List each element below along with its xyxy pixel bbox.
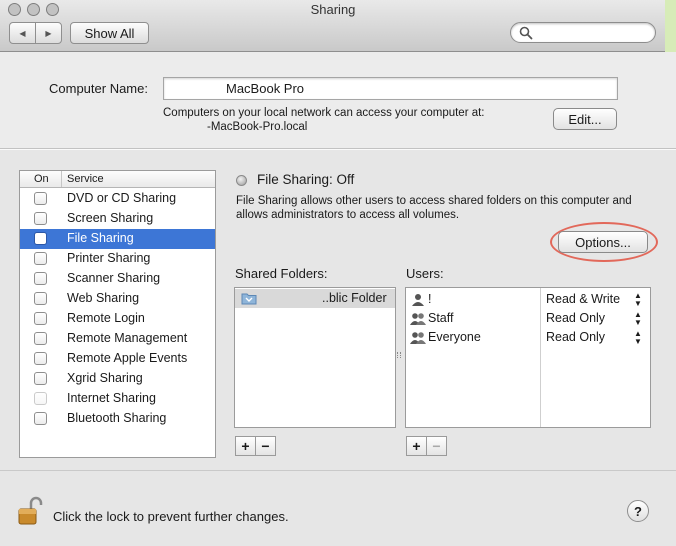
service-checkbox[interactable] (34, 292, 47, 305)
service-checkbox[interactable] (34, 352, 47, 365)
permission-popup[interactable]: Read Only (546, 311, 605, 325)
service-label: Remote Management (67, 331, 188, 345)
add-user-button[interactable]: + (406, 436, 427, 456)
folder-icon (241, 293, 257, 305)
service-list[interactable]: On Service DVD or CD Sharing Screen Shar… (19, 170, 216, 458)
service-label: Remote Login (67, 311, 145, 325)
service-checkbox[interactable] (34, 312, 47, 325)
service-label: Bluetooth Sharing (67, 411, 167, 425)
service-label: Screen Sharing (67, 211, 154, 225)
options-button-label: Options... (575, 234, 631, 250)
service-row-internet-sharing[interactable]: Internet Sharing (20, 389, 215, 409)
permission-popup[interactable]: Read Only (546, 330, 605, 344)
users-list[interactable]: ! Read & Write ▲ ▼ Staff Read Only ▲ ▼ Eve… (405, 287, 651, 428)
forward-arrow-icon: ▶ (45, 28, 52, 38)
group-icon (410, 313, 426, 325)
user-row[interactable]: Everyone Read Only ▲ ▼ (406, 328, 652, 347)
service-row-file-sharing[interactable]: File Sharing (20, 229, 215, 249)
search-field[interactable] (510, 22, 656, 43)
lock-icon (18, 496, 43, 525)
help-icon: ? (634, 503, 642, 519)
service-label: Internet Sharing (67, 391, 156, 405)
remove-shared-folder-button[interactable]: − (255, 436, 276, 456)
service-row-remote-apple-events[interactable]: Remote Apple Events (20, 349, 215, 369)
file-sharing-description: File Sharing allows other users to acces… (236, 195, 632, 221)
service-row-scanner-sharing[interactable]: Scanner Sharing (20, 269, 215, 289)
shared-folder-row[interactable]: ..blic Folder (235, 289, 395, 308)
service-label: DVD or CD Sharing (67, 191, 177, 205)
edit-button-label: Edit... (568, 111, 602, 127)
shared-folders-plus-minus: + − (235, 436, 276, 456)
popup-arrows-icon: ▲ ▼ (634, 329, 642, 346)
add-shared-folder-button[interactable]: + (235, 436, 256, 456)
network-info-text: Computers on your local network can acce… (163, 107, 485, 119)
back-arrow-icon: ◀ (19, 28, 26, 38)
service-checkbox (34, 392, 47, 405)
single-user-icon (412, 294, 424, 306)
permission-popup[interactable]: Read & Write (546, 292, 620, 306)
show-all-button[interactable]: Show All (70, 22, 149, 44)
background-window-edge (665, 0, 676, 52)
service-checkbox[interactable] (34, 252, 47, 265)
footer-divider (0, 470, 676, 471)
service-row-remote-management[interactable]: Remote Management (20, 329, 215, 349)
shared-folders-label: Shared Folders: (235, 266, 328, 281)
computer-name-label: Computer Name: (49, 81, 148, 96)
service-checkbox[interactable] (34, 412, 47, 425)
computer-name-value: MacBook Pro (226, 81, 305, 96)
service-row-xgrid-sharing[interactable]: Xgrid Sharing (20, 369, 215, 389)
edit-button[interactable]: Edit... (553, 108, 617, 130)
shared-folder-name: ..blic Folder (322, 291, 387, 305)
service-label: Xgrid Sharing (67, 371, 143, 385)
window-title: Sharing (310, 2, 356, 17)
column-header-service[interactable]: Service (67, 173, 104, 185)
service-label: File Sharing (67, 231, 134, 245)
column-header-on[interactable]: On (34, 173, 49, 185)
help-button[interactable]: ? (627, 500, 649, 522)
service-checkbox[interactable] (34, 332, 47, 345)
users-plus-minus: + − (406, 436, 447, 456)
search-icon (519, 26, 533, 40)
service-row-printer-sharing[interactable]: Printer Sharing (20, 249, 215, 269)
show-all-label: Show All (84, 25, 135, 41)
service-row-remote-login[interactable]: Remote Login (20, 309, 215, 329)
column-divider (61, 171, 62, 187)
forward-button[interactable]: ▶ (35, 22, 62, 44)
user-name: Everyone (428, 330, 481, 344)
user-name: Staff (428, 311, 454, 325)
users-label: Users: (406, 266, 444, 281)
service-row-screen-sharing[interactable]: Screen Sharing (20, 209, 215, 229)
service-label: Remote Apple Events (67, 351, 188, 365)
status-indicator-icon (236, 175, 247, 186)
service-checkbox[interactable] (34, 272, 47, 285)
computer-name-field[interactable]: MacBook Pro (163, 77, 618, 100)
service-label: Scanner Sharing (67, 271, 161, 285)
service-label: Web Sharing (67, 291, 140, 305)
split-handle[interactable] (397, 352, 401, 358)
user-name: ! (428, 292, 432, 306)
computer-name-section (0, 52, 676, 149)
lock-message: Click the lock to prevent further change… (53, 509, 289, 524)
network-address: -MacBook-Pro.local (207, 121, 308, 133)
service-list-header: On Service (20, 171, 215, 188)
service-checkbox[interactable] (34, 212, 47, 225)
service-checkbox[interactable] (34, 192, 47, 205)
shared-folders-list[interactable]: ..blic Folder (234, 287, 396, 428)
lock-button[interactable] (18, 496, 44, 529)
user-row[interactable]: Staff Read Only ▲ ▼ (406, 309, 652, 328)
service-row-web-sharing[interactable]: Web Sharing (20, 289, 215, 309)
back-button[interactable]: ◀ (9, 22, 36, 44)
service-checkbox[interactable] (34, 372, 47, 385)
file-sharing-status: File Sharing: Off (257, 172, 355, 187)
options-button[interactable]: Options... (558, 231, 648, 253)
popup-arrows-icon: ▲ ▼ (634, 310, 642, 327)
popup-arrows-icon: ▲ ▼ (634, 291, 642, 308)
user-row[interactable]: ! Read & Write ▲ ▼ (406, 290, 652, 309)
service-label: Printer Sharing (67, 251, 151, 265)
remove-user-button[interactable]: − (426, 436, 447, 456)
group-icon (410, 332, 426, 344)
service-row-dvd-cd-sharing[interactable]: DVD or CD Sharing (20, 189, 215, 209)
service-row-bluetooth-sharing[interactable]: Bluetooth Sharing (20, 409, 215, 429)
service-checkbox[interactable] (34, 232, 47, 245)
